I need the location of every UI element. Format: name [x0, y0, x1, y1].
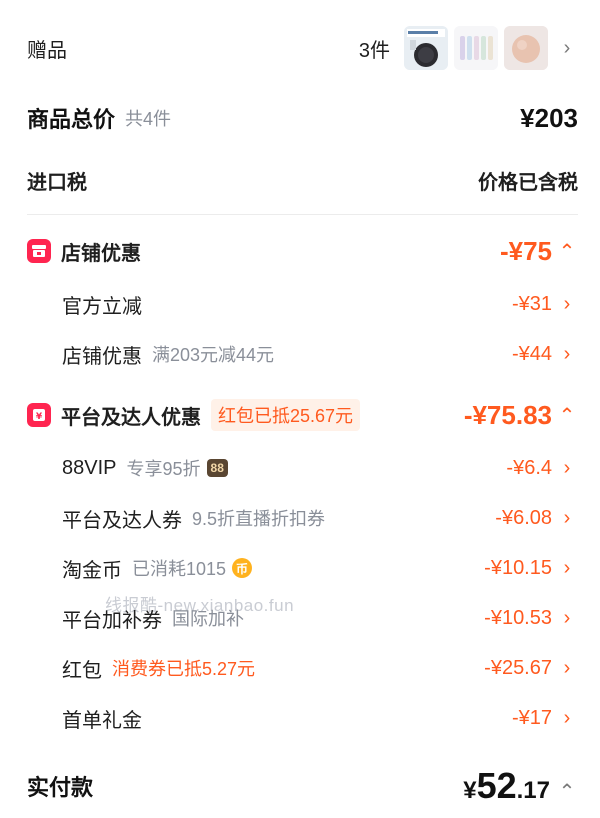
list-item-88vip[interactable]: 88VIP 专享95折 88 -¥6.4 › [0, 448, 600, 488]
platform-discount-header[interactable]: ¥ 平台及达人优惠 红包已抵25.67元 -¥75.83 ⌃ [0, 394, 600, 436]
chevron-right-icon[interactable]: › [556, 657, 578, 680]
item-detail: 已消耗1015 [132, 559, 227, 579]
item-detail: 9.5折直播折扣券 [192, 509, 326, 529]
item-label: 首单礼金 [62, 709, 142, 732]
gift-thumbnail-2[interactable] [454, 26, 498, 70]
list-item-taojinbi[interactable]: 淘金币 已消耗1015 币 -¥10.15 › [0, 548, 600, 588]
list-item[interactable]: 官方立减 -¥31 › [0, 284, 600, 324]
red-packet-icon: ¥ [27, 403, 51, 427]
item-amount: -¥6.08 [495, 506, 552, 529]
store-discount-header[interactable]: 店铺优惠 -¥75 ⌃ [0, 230, 600, 272]
actual-payment-row[interactable]: 实付款 ¥ 52 .17 ⌃ [0, 760, 600, 812]
item-label: 平台及达人券 [62, 509, 182, 532]
chevron-right-icon[interactable]: › [556, 343, 578, 366]
total-count: 共4件 [125, 109, 172, 129]
import-tax-row: 进口税 价格已含税 [0, 160, 600, 200]
list-item[interactable]: 店铺优惠 满203元减44元 -¥44 › [0, 334, 600, 374]
item-amount: -¥44 [511, 342, 552, 365]
platform-section-title: 平台及达人优惠 [61, 406, 201, 429]
red-packet-badge: 红包已抵25.67元 [211, 399, 361, 431]
payment-label: 实付款 [27, 775, 94, 800]
store-section-title: 店铺优惠 [61, 242, 141, 265]
item-label: 红包 [62, 659, 102, 682]
item-amount: -¥17 [511, 706, 552, 729]
svg-text:¥: ¥ [36, 412, 43, 422]
list-item-first-order[interactable]: 首单礼金 -¥17 › [0, 698, 600, 738]
cushion-product-image-icon [404, 26, 448, 70]
88vip-badge: 88 [206, 459, 228, 477]
total-row: 商品总价 共4件 ¥203 [0, 96, 600, 140]
total-label: 商品总价 [27, 107, 116, 132]
platform-section-amount: -¥75.83 [463, 399, 552, 430]
gift-thumbnail-1[interactable] [404, 26, 448, 70]
item-amount: -¥10.15 [484, 556, 552, 579]
chevron-right-icon[interactable]: › [556, 457, 578, 480]
item-amount: -¥31 [511, 292, 552, 315]
chevron-right-icon[interactable]: › [556, 707, 578, 730]
chevron-up-icon[interactable]: ⌃ [556, 403, 578, 428]
item-label: 88VIP [62, 456, 117, 479]
divider [27, 214, 578, 215]
item-detail: 国际加补 [172, 609, 244, 629]
item-detail: 专享95折 [126, 459, 201, 479]
chevron-right-icon[interactable]: › [556, 507, 578, 530]
sample-vials-image-icon [454, 26, 498, 70]
list-item-coupon[interactable]: 平台及达人券 9.5折直播折扣券 -¥6.08 › [0, 498, 600, 538]
powder-puff-image-icon [504, 26, 548, 70]
chevron-up-icon[interactable]: ⌃ [556, 239, 578, 264]
chevron-right-icon[interactable]: › [556, 37, 578, 60]
store-icon [27, 239, 51, 263]
item-label: 店铺优惠 [62, 345, 142, 368]
list-item-redpacket[interactable]: 红包 消费券已抵5.27元 -¥25.67 › [0, 648, 600, 688]
tax-label: 进口税 [27, 171, 87, 194]
coin-icon: 币 [232, 558, 253, 578]
total-amount: ¥203 [520, 102, 578, 133]
gift-label: 赠品 [27, 39, 67, 62]
list-item-subsidy[interactable]: 平台加补券 国际加补 -¥10.53 › [0, 598, 600, 638]
item-amount: -¥10.53 [484, 606, 552, 629]
item-amount: -¥6.4 [506, 456, 552, 479]
chevron-up-icon[interactable]: ⌃ [556, 779, 578, 804]
payment-currency: ¥ [463, 777, 477, 804]
payment-integer: 52 [476, 765, 517, 806]
store-section-amount: -¥75 [499, 235, 552, 266]
item-detail: 满203元减44元 [152, 345, 275, 365]
tax-value: 价格已含税 [478, 171, 578, 194]
gift-row[interactable]: 赠品 3件 › [0, 24, 600, 72]
item-label: 官方立减 [62, 295, 142, 318]
item-detail: 消费券已抵5.27元 [112, 659, 256, 679]
item-label: 平台加补券 [62, 609, 162, 632]
gift-count: 3件 [358, 39, 390, 62]
chevron-right-icon[interactable]: › [556, 293, 578, 316]
chevron-right-icon[interactable]: › [556, 557, 578, 580]
payment-decimal: .17 [516, 777, 550, 804]
chevron-right-icon[interactable]: › [556, 607, 578, 630]
item-label: 淘金币 [62, 559, 122, 582]
gift-thumbnail-3[interactable] [504, 26, 548, 70]
item-amount: -¥25.67 [484, 656, 552, 679]
